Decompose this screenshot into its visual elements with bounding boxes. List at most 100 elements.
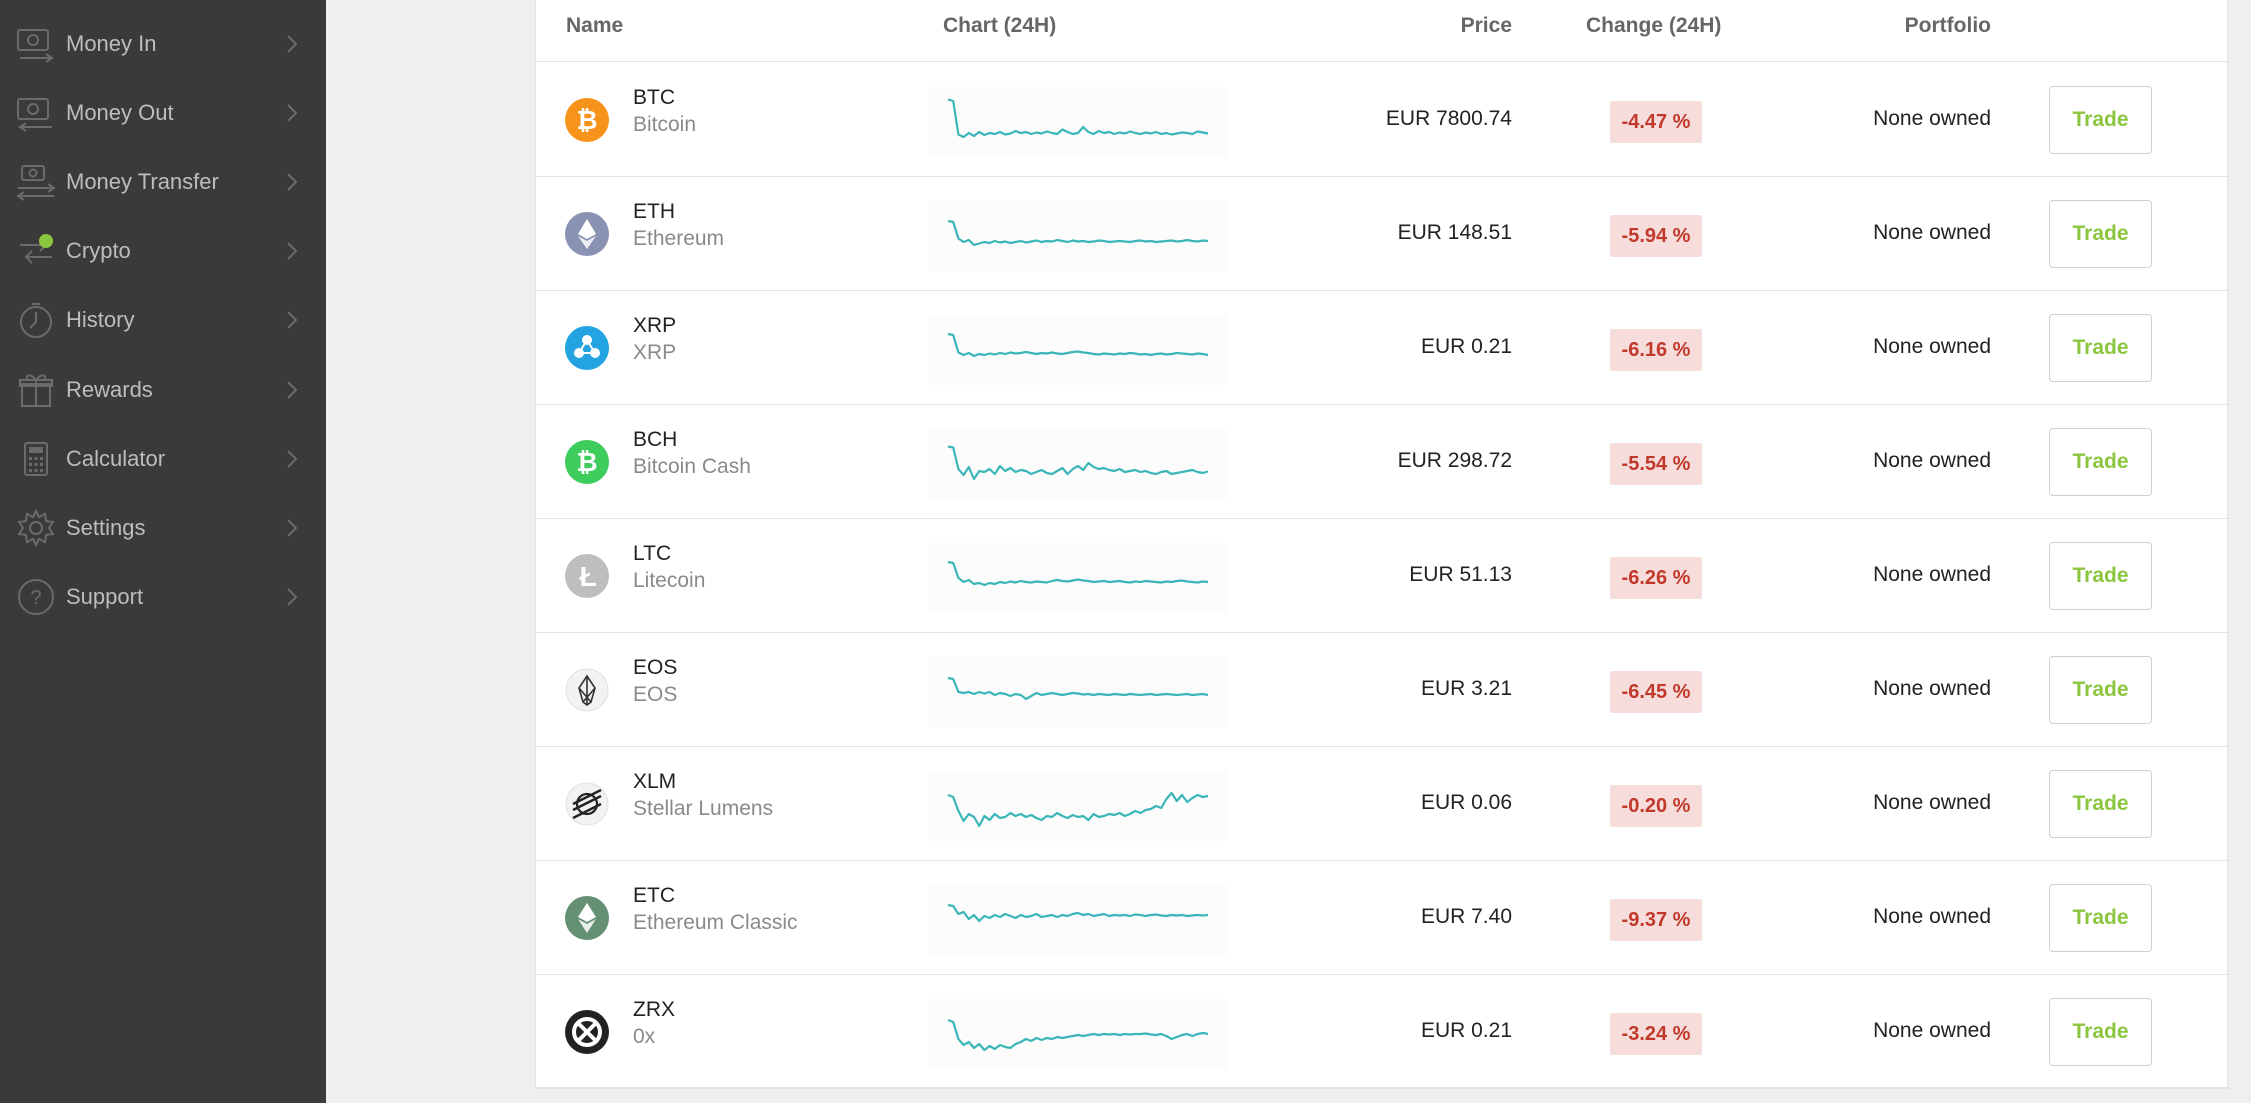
header-name[interactable]: Name <box>566 14 623 38</box>
change-badge: -0.20 % <box>1610 785 1702 827</box>
coin-price: EUR 7.40 <box>1420 905 1512 928</box>
sparkline-series <box>947 98 1209 139</box>
bitcoin-cash-icon: ₿ <box>565 440 609 484</box>
crypto-icon <box>16 231 56 271</box>
trade-button-eth[interactable]: Trade <box>2049 200 2152 268</box>
change-badge: -6.26 % <box>1610 557 1702 599</box>
stellar-icon <box>565 782 609 826</box>
sidebar-item-label: Money Out <box>66 99 174 125</box>
table-row: ₿ BCH Bitcoin Cash EUR 298.72 -5.54 % None ow… <box>536 405 2229 519</box>
sidebar-item-label: Support <box>66 583 144 609</box>
eos-icon <box>565 668 609 712</box>
trade-button-etc[interactable]: Trade <box>2049 884 2152 952</box>
money-in-icon <box>16 24 56 64</box>
header-change[interactable]: Change (24H) <box>1586 14 1721 38</box>
coin-name: Bitcoin Cash <box>633 455 751 478</box>
coin-name: EOS <box>633 683 678 706</box>
crypto-table: Name Chart (24H) Price Change (24H) Port… <box>535 0 2229 1089</box>
sparkline-series <box>947 903 1209 923</box>
change-badge: -6.45 % <box>1610 671 1702 713</box>
sparkline-series <box>947 676 1209 701</box>
change-badge: -3.24 % <box>1610 1013 1702 1055</box>
sidebar-item-money-in[interactable]: Money In <box>0 9 326 78</box>
svg-text:?: ? <box>30 587 41 609</box>
chevron-right-icon <box>285 309 299 331</box>
trade-button-bch[interactable]: Trade <box>2049 428 2152 496</box>
chevron-right-icon <box>285 171 299 193</box>
trade-button-ltc[interactable]: Trade <box>2049 542 2152 610</box>
coin-symbol: LTC <box>633 542 672 565</box>
sidebar-item-history[interactable]: History <box>0 285 326 354</box>
trade-button-eos[interactable]: Trade <box>2049 656 2152 724</box>
sidebar-item-label: Money Transfer <box>66 168 219 194</box>
sparkline-chart-ltc <box>928 543 1228 613</box>
chevron-right-icon <box>285 517 299 539</box>
chevron-right-icon <box>285 379 299 401</box>
coin-symbol: ETC <box>633 884 675 907</box>
coin-price: EUR 0.06 <box>1420 791 1512 814</box>
sidebar-item-money-out[interactable]: Money Out <box>0 78 326 147</box>
coin-name: Litecoin <box>633 569 706 592</box>
sidebar-item-label: Calculator <box>66 445 166 471</box>
sidebar-item-calculator[interactable]: Calculator <box>0 424 326 493</box>
trade-button-zrx[interactable]: Trade <box>2049 998 2152 1066</box>
money-transfer-icon <box>16 162 56 202</box>
portfolio-status: None owned <box>1873 791 1991 814</box>
settings-icon <box>16 508 56 548</box>
table-row: Ł LTC Litecoin EUR 51.13 -6.26 % None owned Tr… <box>536 519 2229 633</box>
sidebar-item-crypto[interactable]: Crypto <box>0 216 326 285</box>
chevron-right-icon <box>285 448 299 470</box>
zrx-icon <box>565 1010 609 1054</box>
change-badge: -5.54 % <box>1610 443 1702 485</box>
ethereum-classic-icon <box>565 896 609 940</box>
svg-text:Ł: Ł <box>579 561 596 592</box>
sparkline-series <box>947 560 1209 587</box>
sidebar-item-support[interactable]: ? Support <box>0 562 326 631</box>
change-badge: -9.37 % <box>1610 899 1702 941</box>
sidebar-item-rewards[interactable]: Rewards <box>0 355 326 424</box>
litecoin-icon: Ł <box>565 554 609 598</box>
sparkline-chart-xlm <box>928 771 1228 841</box>
sidebar-item-money-transfer[interactable]: Money Transfer <box>0 147 326 216</box>
trade-button-xrp[interactable]: Trade <box>2049 314 2152 382</box>
svg-text:₿: ₿ <box>576 105 597 135</box>
table-row: ETH Ethereum EUR 148.51 -5.94 % None owned Tr… <box>536 177 2229 291</box>
portfolio-status: None owned <box>1873 449 1991 472</box>
sidebar-item-settings[interactable]: Settings <box>0 493 326 562</box>
table-row: ETC Ethereum Classic EUR 7.40 -9.37 % None o… <box>536 861 2229 975</box>
xrp-icon <box>565 326 609 370</box>
change-badge: -4.47 % <box>1610 101 1702 143</box>
trade-button-xlm[interactable]: Trade <box>2049 770 2152 838</box>
coin-symbol: EOS <box>633 656 678 679</box>
header-chart: Chart (24H) <box>943 14 1057 37</box>
coin-name: XRP <box>633 341 677 364</box>
coin-name: Ethereum Classic <box>633 911 798 934</box>
coin-price: EUR 7800.74 <box>1385 107 1512 130</box>
header-price[interactable]: Price <box>1461 14 1512 38</box>
chevron-right-icon <box>285 240 299 262</box>
sidebar-item-label: Settings <box>66 514 146 540</box>
portfolio-status: None owned <box>1873 1019 1991 1042</box>
ethereum-icon <box>565 212 609 256</box>
sparkline-chart-btc <box>928 87 1228 157</box>
chevron-right-icon <box>285 33 299 55</box>
portfolio-status: None owned <box>1873 107 1991 130</box>
trade-button-btc[interactable]: Trade <box>2049 86 2152 154</box>
sparkline-series <box>947 791 1209 828</box>
header-portfolio[interactable]: Portfolio <box>1905 14 1991 38</box>
sidebar-item-label: History <box>66 306 135 332</box>
chevron-right-icon <box>285 586 299 608</box>
coin-symbol: ZRX <box>633 998 675 1021</box>
sparkline-chart-zrx <box>928 999 1228 1069</box>
sparkline-series <box>947 332 1209 358</box>
svg-text:₿: ₿ <box>576 447 597 477</box>
sparkline-series <box>947 219 1209 247</box>
calculator-icon <box>16 439 56 479</box>
history-icon <box>16 300 56 340</box>
portfolio-status: None owned <box>1873 221 1991 244</box>
sparkline-series <box>947 1018 1209 1052</box>
table-row: EOS EOS EUR 3.21 -6.45 % None owned Trade <box>536 633 2229 747</box>
sparkline-chart-etc <box>928 885 1228 955</box>
portfolio-status: None owned <box>1873 905 1991 928</box>
sparkline-chart-eth <box>928 201 1228 271</box>
